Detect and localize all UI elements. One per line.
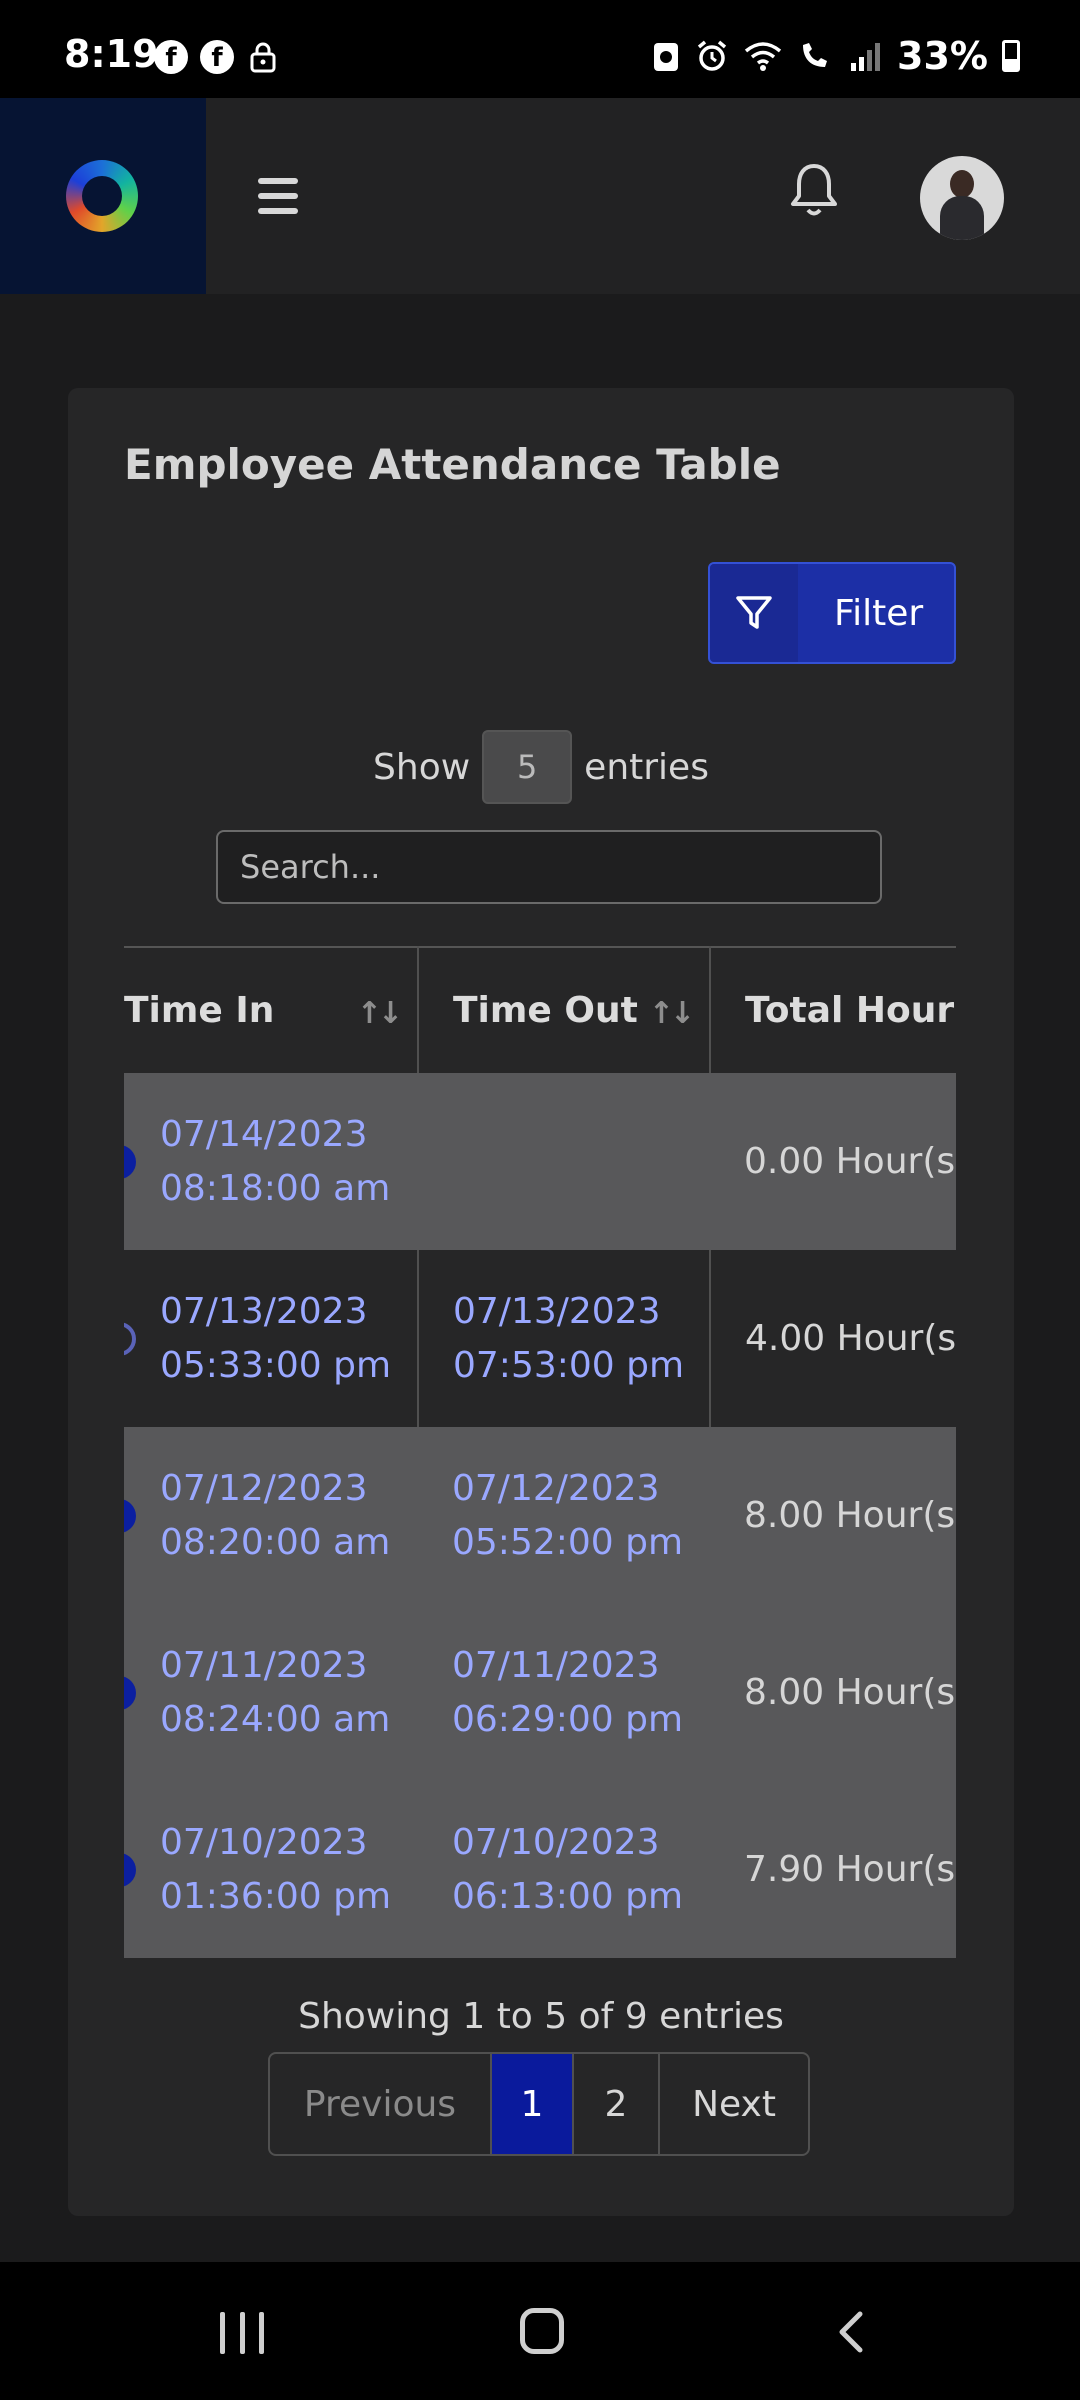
status-left-icons: f f <box>154 40 280 74</box>
filter-icon <box>736 596 772 629</box>
attendance-table: Time In ↑↓ Time Out ↑↓ Total Hours 07/14… <box>124 946 956 1958</box>
row-expand-icon[interactable] <box>124 1499 136 1533</box>
search-input[interactable]: Search... <box>216 830 882 904</box>
table-row[interactable]: 07/13/2023 05:33:00 pm 07/13/2023 07:53:… <box>124 1250 956 1427</box>
time-in-cell: 07/14/2023 08:18:00 am <box>124 1073 418 1250</box>
system-nav-bar <box>0 2262 1080 2400</box>
show-label: Show <box>373 746 471 788</box>
time-in-cell: 07/13/2023 05:33:00 pm <box>124 1250 419 1427</box>
card-title: Employee Attendance Table <box>124 440 781 489</box>
next-page-button[interactable]: Next <box>660 2054 808 2154</box>
entries-select[interactable]: 5 <box>482 730 573 804</box>
table-row[interactable]: 07/12/2023 08:20:00 am 07/12/2023 05:52:… <box>124 1427 956 1604</box>
time-in-cell: 07/10/2023 01:36:00 pm <box>124 1781 418 1958</box>
sort-icon[interactable]: ↑↓ <box>649 996 695 1031</box>
lock-icon <box>250 42 276 73</box>
row-expand-icon[interactable] <box>124 1676 136 1710</box>
signal-icon <box>851 43 881 71</box>
status-bar: 8:19 f f 33% <box>0 0 1080 98</box>
user-avatar[interactable] <box>920 156 1004 240</box>
pagination: Previous 1 2 Next <box>268 2052 810 2156</box>
column-header-time-in[interactable]: Time In ↑↓ <box>124 947 419 1073</box>
total-hours-cell: 0.00 Hour(s) <box>744 1140 956 1182</box>
status-time: 8:19 <box>64 32 159 76</box>
total-hours-cell: 8.00 Hour(s) <box>744 1671 956 1713</box>
app-header <box>0 98 1080 294</box>
column-header-time-out[interactable]: Time Out ↑↓ <box>418 947 711 1073</box>
table-row[interactable]: 07/14/2023 08:18:00 am 0.00 Hour(s) <box>124 1073 956 1250</box>
table-row[interactable]: 07/11/2023 08:24:00 am 07/11/2023 06:29:… <box>124 1604 956 1781</box>
alarm-icon <box>697 40 727 71</box>
facebook-icon: f <box>200 40 234 74</box>
entries-label: entries <box>584 746 709 788</box>
total-hours-cell: 4.00 Hour(s) <box>745 1317 956 1359</box>
hamburger-menu-icon[interactable] <box>258 178 298 214</box>
previous-page-button[interactable]: Previous <box>270 2054 492 2154</box>
attendance-card: Employee Attendance Table Filter Show 5 … <box>68 388 1014 2216</box>
page-2-button[interactable]: 2 <box>574 2054 660 2154</box>
wifi-call-icon <box>803 43 828 67</box>
table-row[interactable]: 07/10/2023 01:36:00 pm 07/10/2023 06:13:… <box>124 1781 956 1958</box>
time-out-cell <box>418 1073 710 1250</box>
home-icon[interactable] <box>520 2308 564 2354</box>
wifi-icon <box>744 42 782 71</box>
sort-icon[interactable]: ↑↓ <box>357 996 403 1031</box>
total-hours-cell: 8.00 Hour(s) <box>744 1494 956 1536</box>
column-header-total-hours[interactable]: Total Hours <box>710 947 956 1073</box>
bell-icon[interactable] <box>786 160 842 220</box>
entries-control: Show 5 entries <box>68 730 1014 804</box>
row-expand-icon[interactable] <box>124 1322 136 1356</box>
time-out-cell: 07/13/2023 07:53:00 pm <box>418 1250 711 1427</box>
recent-apps-icon[interactable] <box>220 2312 264 2354</box>
battery-saver-icon <box>654 43 679 71</box>
app-logo[interactable] <box>66 160 138 232</box>
battery-percent: 33% <box>897 34 988 78</box>
battery-icon <box>1002 40 1020 72</box>
time-in-cell: 07/11/2023 08:24:00 am <box>124 1604 418 1781</box>
row-expand-icon[interactable] <box>124 1853 136 1887</box>
back-icon[interactable] <box>832 2310 872 2354</box>
page-1-button[interactable]: 1 <box>492 2054 574 2154</box>
filter-button[interactable]: Filter <box>708 562 956 664</box>
total-hours-cell: 7.90 Hour(s) <box>744 1848 956 1890</box>
time-out-cell: 07/10/2023 06:13:00 pm <box>452 1821 684 1917</box>
status-right-icons: 33% <box>651 34 1020 78</box>
facebook-icon: f <box>154 40 188 74</box>
pagination-info: Showing 1 to 5 of 9 entries <box>298 1996 784 2037</box>
time-in-cell: 07/12/2023 08:20:00 am <box>124 1427 418 1604</box>
time-out-cell: 07/12/2023 05:52:00 pm <box>452 1467 684 1563</box>
attendance-table-container[interactable]: Time In ↑↓ Time Out ↑↓ Total Hours 07/14… <box>124 946 956 1964</box>
row-expand-icon[interactable] <box>124 1145 136 1179</box>
time-out-cell: 07/11/2023 06:29:00 pm <box>452 1644 684 1740</box>
filter-icon-wrap <box>710 564 798 662</box>
filter-label: Filter <box>834 592 924 634</box>
logo-container[interactable] <box>0 98 206 294</box>
table-header-row: Time In ↑↓ Time Out ↑↓ Total Hours <box>124 947 956 1073</box>
